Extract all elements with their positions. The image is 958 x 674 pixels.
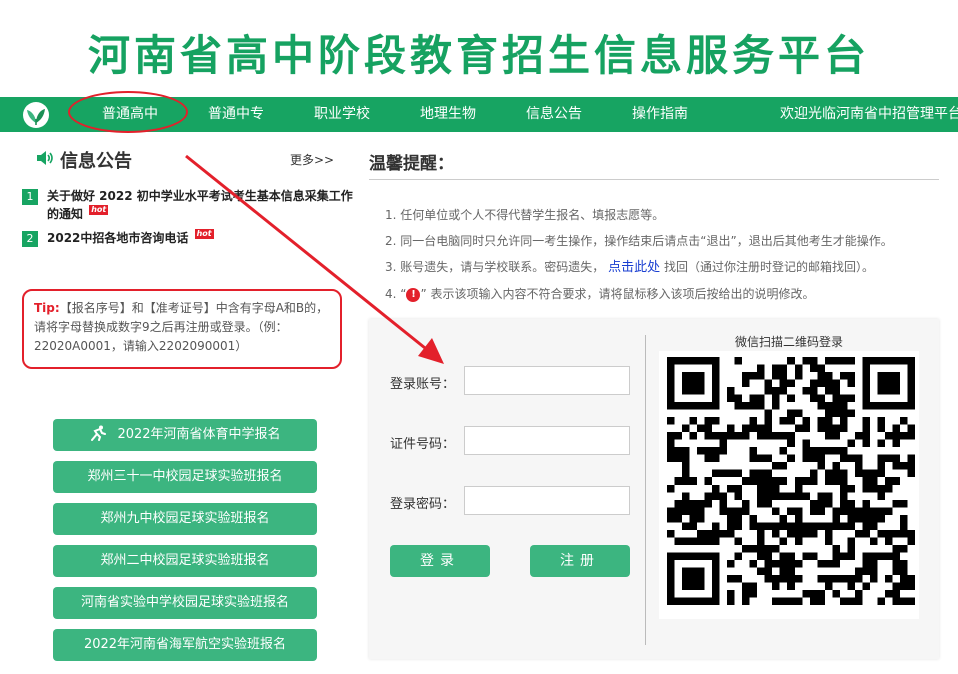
zz31-football-signup-button[interactable]: 郑州三十一中校园足球实验班报名 [53, 461, 317, 493]
register-button[interactable]: 注册 [530, 545, 630, 577]
nav-item-secondary-vocational[interactable]: 普通中专 [208, 97, 264, 132]
id-number-input[interactable] [464, 426, 630, 455]
more-link[interactable]: 更多>> [290, 151, 334, 168]
reminder-line-1: 1. 任何单位或个人不得代替学生报名、填报志愿等。 [385, 208, 665, 222]
notice-title: 信息公告 [60, 151, 132, 172]
hot-badge: hot [194, 229, 214, 239]
reminder-list: 1. 任何单位或个人不得代替学生报名、填报志愿等。 2. 同一台电脑同时只允许同… [385, 202, 939, 307]
sports-school-signup-button[interactable]: 2022年河南省体育中学报名 [53, 419, 317, 451]
wechat-qr-code[interactable] [659, 351, 919, 619]
tip-box: Tip:【报名序号】和【准考证号】中含有字母A和B的，请将字母替换成数字9之后再… [22, 289, 342, 369]
hot-badge: hot [89, 205, 109, 215]
tip-text: 【报名序号】和【准考证号】中含有字母A和B的，请将字母替换成数字9之后再注册或登… [34, 301, 329, 353]
reminder-text: 3. 账号遗失，请与学校联系。密码遗失， [385, 260, 605, 274]
password-label: 登录密码： [390, 497, 456, 512]
divider [645, 335, 646, 645]
zz9-football-signup-button[interactable]: 郑州九中校园足球实验班报名 [53, 503, 317, 535]
notice-list: 1 关于做好 2022 初中学业水平考试考生基本信息采集工作的通知 hot 2 … [22, 187, 358, 253]
naval-aviation-signup-button[interactable]: 2022年河南省海军航空实验班报名 [53, 629, 317, 661]
notice-header: 信息公告 更多>> [22, 145, 340, 172]
reminder-title: 温馨提醒： [369, 154, 454, 174]
reminder-line-2: 2. 同一台电脑同时只允许同一考生操作，操作结束后请点击“退出”，退出后其他考生… [385, 234, 893, 248]
button-label: 2022年河南省体育中学报名 [117, 427, 281, 442]
nav-item-general-high-school[interactable]: 普通高中 [102, 97, 158, 132]
nav-item-announcements[interactable]: 信息公告 [526, 97, 582, 132]
tip-label: Tip: [34, 301, 60, 315]
account-label: 登录账号： [390, 377, 456, 392]
running-person-icon [91, 425, 107, 441]
account-input[interactable] [464, 366, 630, 395]
reminder-text: 找回（通过你注册时登记的邮箱找回）。 [663, 260, 874, 274]
main-nav: 普通高中 普通中专 职业学校 地理生物 信息公告 操作指南 欢迎光临河南省中招管… [0, 97, 958, 132]
nav-item-guide[interactable]: 操作指南 [632, 97, 688, 132]
notice-number: 2 [22, 231, 38, 247]
site-title: 河南省高中阶段教育招生信息服务平台 [87, 31, 870, 80]
list-item[interactable]: 1 关于做好 2022 初中学业水平考试考生基本信息采集工作的通知 hot [22, 187, 358, 223]
nav-item-vocational-school[interactable]: 职业学校 [314, 97, 370, 132]
password-input[interactable] [464, 486, 630, 515]
welcome-banner: 欢迎光临河南省中招管理平台 [780, 106, 958, 122]
notice-text: 2022中招各地市咨询电话 [47, 231, 189, 245]
reminder-text: 4. “ [385, 287, 407, 301]
qr-caption: 微信扫描二维码登录 [734, 335, 843, 349]
speaker-icon [37, 151, 53, 165]
reminder-line-4: 4. “!” 表示该项输入内容不符合要求，请将鼠标移入该项后按给出的说明修改。 [385, 281, 939, 307]
experimental-school-football-signup-button[interactable]: 河南省实验中学校园足球实验班报名 [53, 587, 317, 619]
divider [369, 179, 939, 180]
notice-number: 1 [22, 189, 38, 205]
leaf-logo-icon [23, 102, 49, 128]
nav-item-geography-biology[interactable]: 地理生物 [420, 97, 476, 132]
login-card: 登录账号： 证件号码： 登录密码： 登录 注册 微信扫描二维码登录 [369, 319, 939, 659]
login-button[interactable]: 登录 [390, 545, 490, 577]
id-number-label: 证件号码： [390, 437, 456, 452]
password-recovery-link[interactable]: 点击此处 [608, 260, 660, 275]
warning-icon: ! [406, 288, 421, 302]
reminder-line-3: 3. 账号遗失，请与学校联系。密码遗失， 点击此处 找回（通过你注册时登记的邮箱… [385, 254, 939, 281]
reminder-text: ” 表示该项输入内容不符合要求，请将鼠标移入该项后按给出的说明修改。 [420, 287, 815, 301]
zz2-football-signup-button[interactable]: 郑州二中校园足球实验班报名 [53, 545, 317, 577]
list-item[interactable]: 2 2022中招各地市咨询电话 hot [22, 229, 358, 247]
qr-code-icon [667, 357, 915, 605]
